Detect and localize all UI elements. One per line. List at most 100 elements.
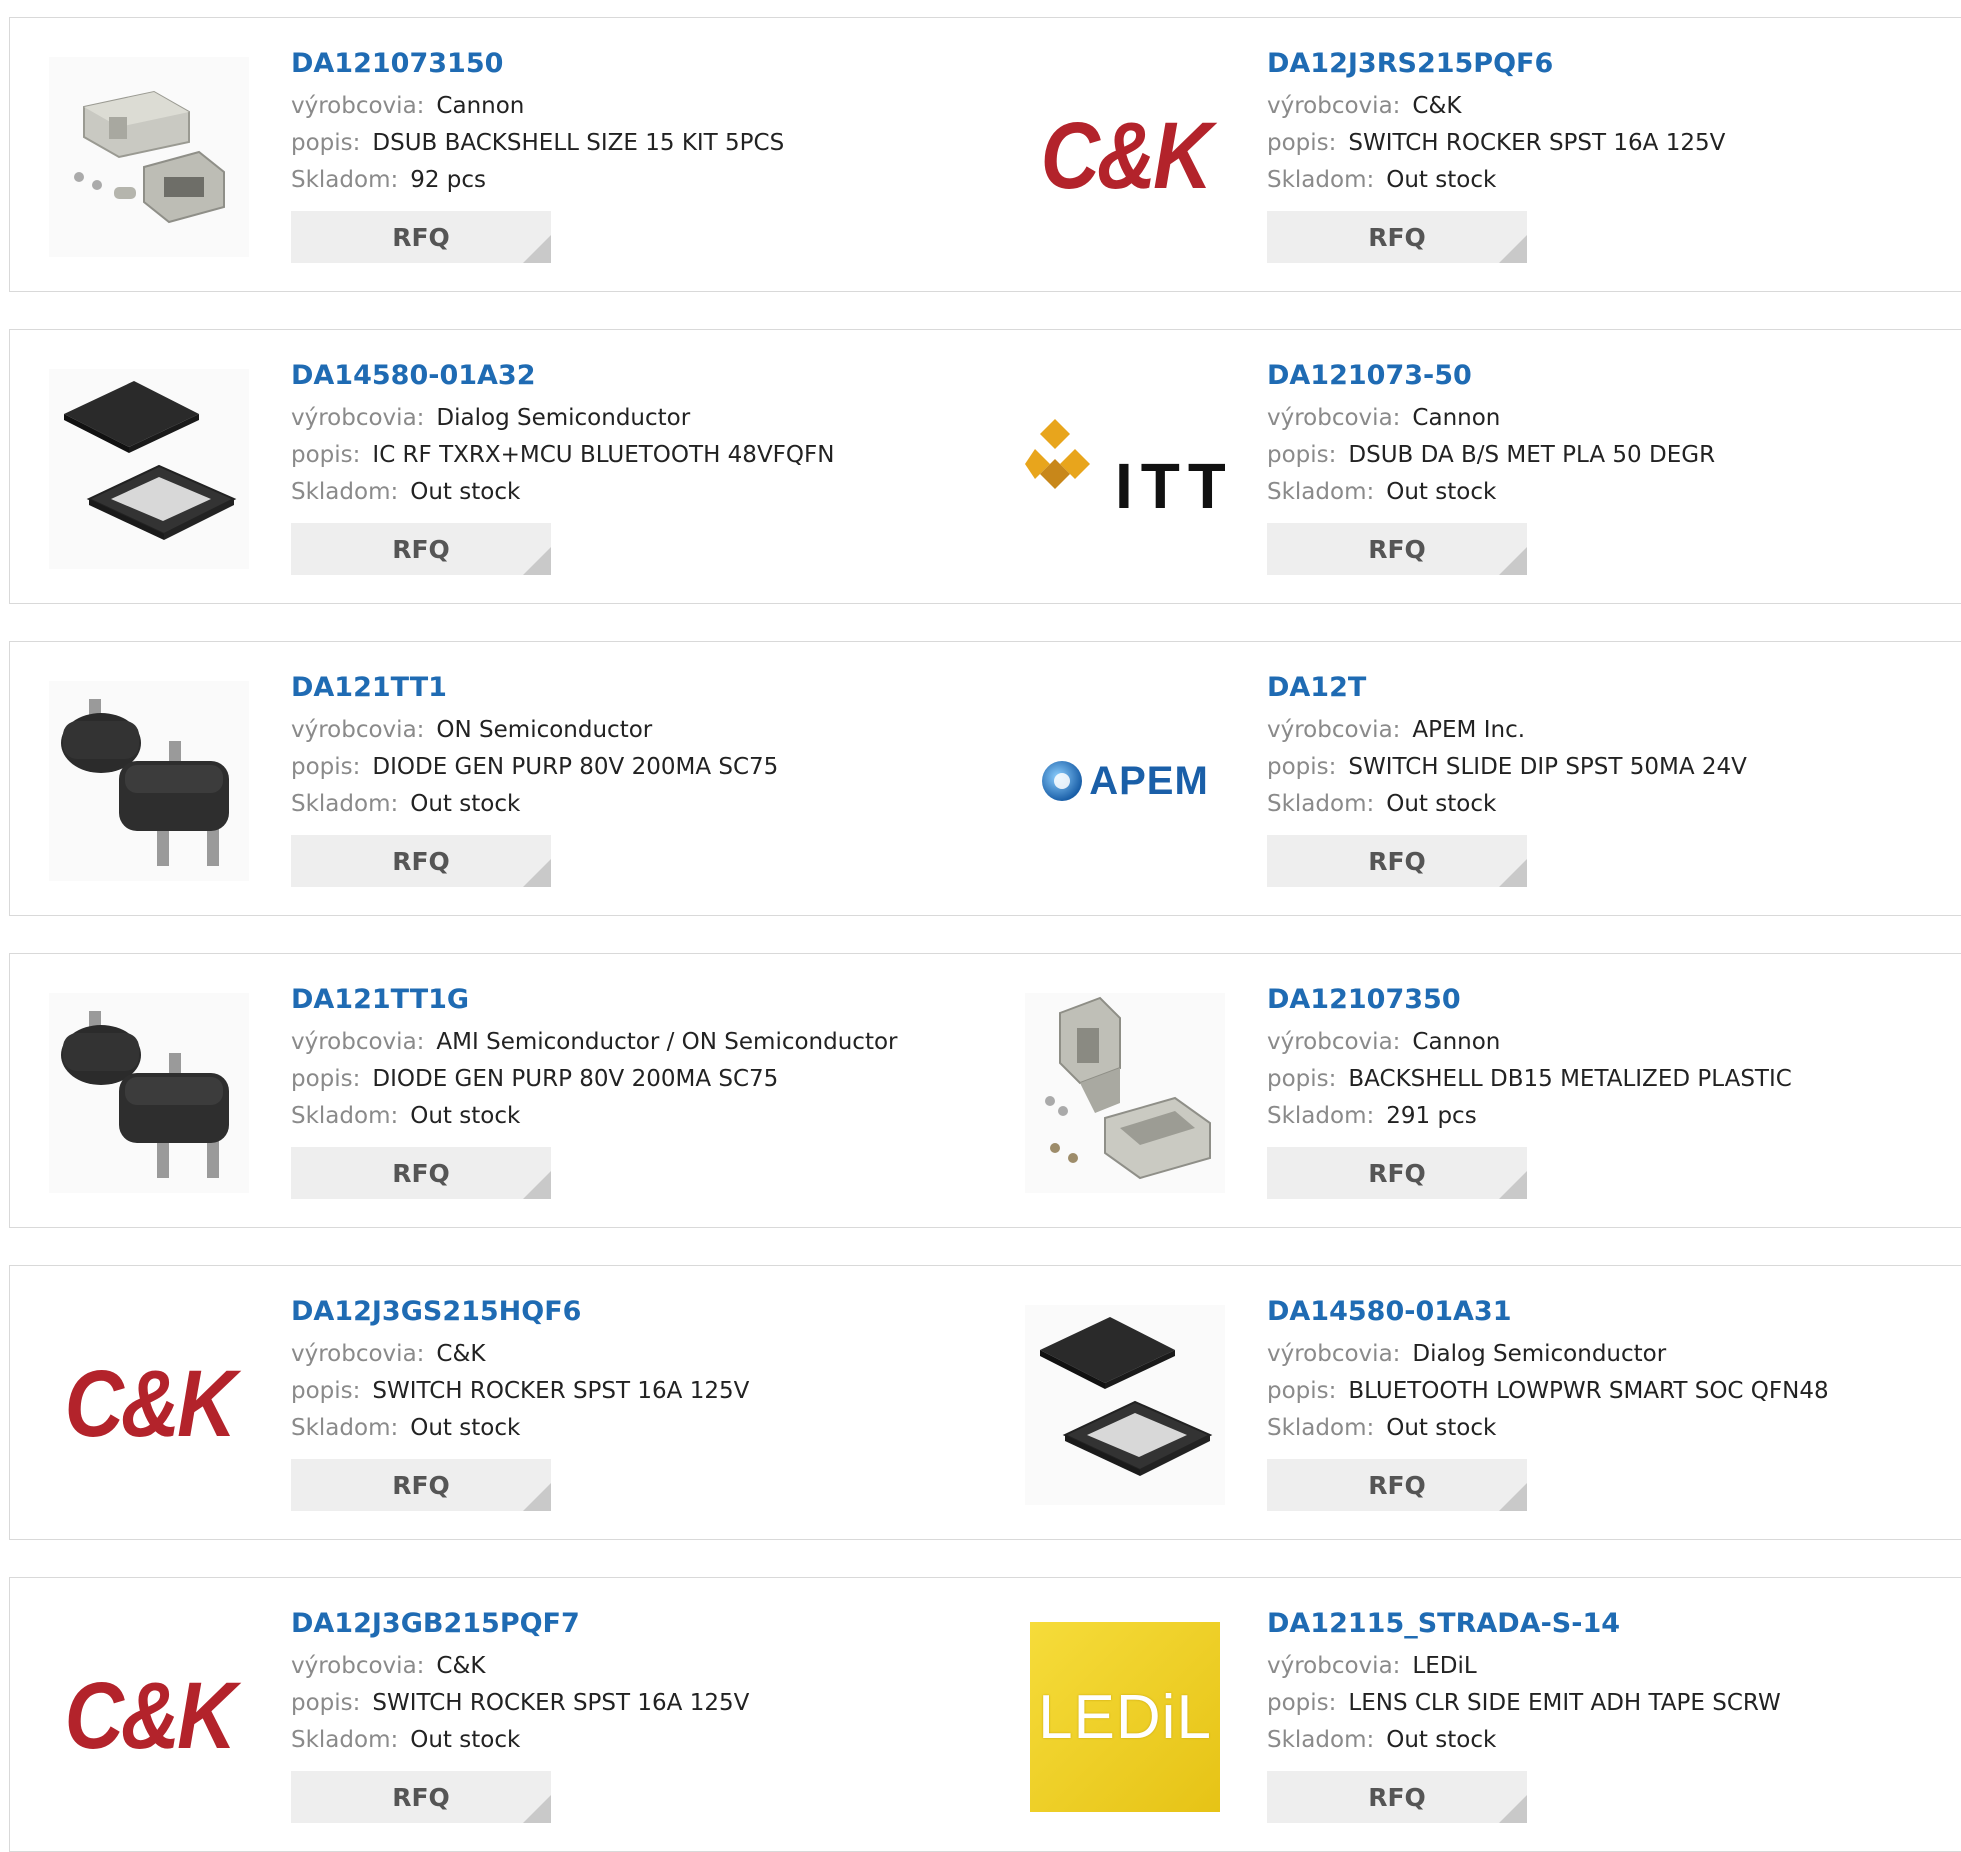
itt-logo: ITT (1025, 409, 1225, 529)
ledil-logo-text: LEDiL (1038, 1682, 1212, 1752)
description-value: SWITCH SLIDE DIP SPST 50MA 24V (1348, 754, 1747, 780)
description-label: popis: (1267, 754, 1337, 780)
product-part-number-link[interactable]: DA12107350 (1267, 982, 1792, 1018)
sot-package-photo (49, 993, 249, 1193)
product-part-number-link[interactable]: DA121073150 (291, 46, 784, 82)
rfq-button[interactable]: RFQ (291, 1147, 551, 1199)
product-image[interactable] (49, 993, 249, 1193)
manufacturer-value: Dialog Semiconductor (436, 405, 691, 431)
product-image[interactable]: C&K (49, 1305, 249, 1505)
product-image[interactable] (49, 57, 249, 257)
product-part-number-link[interactable]: DA12115_STRADA-S-14 (1267, 1606, 1781, 1642)
stock-label: Skladom: (1267, 1727, 1375, 1753)
description-value: BACKSHELL DB15 METALIZED PLASTIC (1348, 1066, 1792, 1092)
qfn-chip-photo (49, 369, 249, 569)
corner-triangle-icon (523, 1795, 551, 1823)
stock-label: Skladom: (1267, 791, 1375, 817)
product-image[interactable] (49, 681, 249, 881)
manufacturer-label: výrobcovia: (291, 93, 425, 119)
itt-logo-text: ITT (1115, 450, 1225, 522)
description-value: IC RF TXRX+MCU BLUETOOTH 48VFQFN (372, 442, 835, 468)
manufacturer-value: LEDiL (1412, 1653, 1477, 1679)
stock-label: Skladom: (1267, 1415, 1375, 1441)
apem-logo-text: APEM (1089, 758, 1209, 803)
product-part-number-link[interactable]: DA14580-01A32 (291, 358, 834, 394)
stock-label: Skladom: (291, 1415, 399, 1441)
description-value: SWITCH ROCKER SPST 16A 125V (372, 1690, 750, 1716)
manufacturer-label: výrobcovia: (1267, 93, 1401, 119)
corner-triangle-icon (1499, 235, 1527, 263)
description-value: DSUB BACKSHELL SIZE 15 KIT 5PCS (372, 130, 785, 156)
product-part-number-link[interactable]: DA121073-50 (1267, 358, 1715, 394)
description-label: popis: (291, 1378, 361, 1404)
rfq-label: RFQ (1368, 1782, 1426, 1812)
stock-value: Out stock (1386, 1727, 1497, 1753)
rfq-label: RFQ (392, 1782, 450, 1812)
product-image[interactable]: C&K (1025, 57, 1225, 257)
stock-label: Skladom: (291, 1103, 399, 1129)
manufacturer-label: výrobcovia: (1267, 717, 1401, 743)
rfq-button[interactable]: RFQ (291, 835, 551, 887)
product-part-number-link[interactable]: DA121TT1G (291, 982, 898, 1018)
rfq-button[interactable]: RFQ (291, 1459, 551, 1511)
apem-globe-icon (1042, 761, 1083, 801)
product-part-number-link[interactable]: DA12J3GS215HQF6 (291, 1294, 749, 1330)
rfq-label: RFQ (392, 534, 450, 564)
itt-emblem-icon (1025, 419, 1090, 489)
stock-value: Out stock (1386, 1415, 1497, 1441)
product-row: DA121TT1G výrobcovia: AMI Semiconductor /… (9, 953, 1961, 1228)
manufacturer-label: výrobcovia: (291, 1341, 425, 1367)
product-image[interactable]: LEDiL (1025, 1617, 1225, 1817)
product-part-number-link[interactable]: DA14580-01A31 (1267, 1294, 1829, 1330)
stock-label: Skladom: (291, 167, 399, 193)
description-value: SWITCH ROCKER SPST 16A 125V (1348, 130, 1726, 156)
product-image[interactable] (1025, 993, 1225, 1193)
product-part-number-link[interactable]: DA12T (1267, 670, 1747, 706)
rfq-label: RFQ (1368, 534, 1426, 564)
rfq-button[interactable]: RFQ (291, 211, 551, 263)
description-label: popis: (1267, 1066, 1337, 1092)
manufacturer-value: Cannon (1412, 1029, 1501, 1055)
stock-label: Skladom: (1267, 167, 1375, 193)
product-card: DA14580-01A31 výrobcovia: Dialog Semicond… (986, 1265, 1961, 1540)
product-part-number-link[interactable]: DA12J3RS215PQF6 (1267, 46, 1725, 82)
product-row: DA14580-01A32 výrobcovia: Dialog Semicond… (9, 329, 1961, 604)
product-image[interactable]: ITT (1025, 369, 1225, 569)
rfq-button[interactable]: RFQ (1267, 1771, 1527, 1823)
rfq-button[interactable]: RFQ (291, 523, 551, 575)
manufacturer-value: C&K (436, 1653, 486, 1679)
stock-label: Skladom: (1267, 479, 1375, 505)
rfq-button[interactable]: RFQ (1267, 523, 1527, 575)
product-card: C&K DA12J3RS215PQF6 výrobcovia: C&K popis… (986, 17, 1961, 292)
corner-triangle-icon (523, 859, 551, 887)
corner-triangle-icon (1499, 859, 1527, 887)
product-row: C&K DA12J3GS215HQF6 výrobcovia: C&K popis… (9, 1265, 1961, 1540)
product-image[interactable] (49, 369, 249, 569)
product-row: DA121073150 výrobcovia: Cannon popis: DSUB… (9, 17, 1961, 292)
corner-triangle-icon (1499, 547, 1527, 575)
rfq-label: RFQ (392, 222, 450, 252)
rfq-button[interactable]: RFQ (1267, 835, 1527, 887)
rfq-button[interactable]: RFQ (1267, 1147, 1527, 1199)
description-value: BLUETOOTH LOWPWR SMART SOC QFN48 (1348, 1378, 1829, 1404)
rfq-button[interactable]: RFQ (1267, 1459, 1527, 1511)
rfq-label: RFQ (1368, 1470, 1426, 1500)
product-part-number-link[interactable]: DA121TT1 (291, 670, 778, 706)
manufacturer-label: výrobcovia: (1267, 1341, 1401, 1367)
product-image[interactable] (1025, 1305, 1225, 1505)
product-part-number-link[interactable]: DA12J3GB215PQF7 (291, 1606, 749, 1642)
rfq-button[interactable]: RFQ (291, 1771, 551, 1823)
product-image[interactable]: APEM (1025, 681, 1225, 881)
product-card: ITT DA121073-50 výrobcovia: Cannon popis:… (986, 329, 1961, 604)
ck-logo: C&K (1040, 104, 1213, 209)
description-label: popis: (291, 754, 361, 780)
product-image[interactable]: C&K (49, 1617, 249, 1817)
stock-label: Skladom: (291, 791, 399, 817)
stock-value: Out stock (410, 479, 521, 505)
rfq-label: RFQ (392, 1158, 450, 1188)
db15-backshell-photo (1025, 993, 1225, 1193)
description-value: DSUB DA B/S MET PLA 50 DEGR (1348, 442, 1716, 468)
corner-triangle-icon (523, 1483, 551, 1511)
product-card: DA12107350 výrobcovia: Cannon popis: BACKS… (986, 953, 1961, 1228)
rfq-button[interactable]: RFQ (1267, 211, 1527, 263)
